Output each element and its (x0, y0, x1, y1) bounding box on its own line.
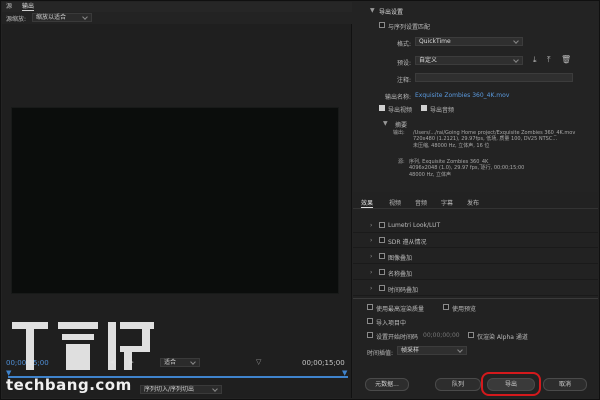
tab-video[interactable]: 视频 (389, 198, 401, 207)
effect-label: SDR 遵从情况 (388, 239, 427, 246)
preset-dropdown[interactable]: 自定义 (415, 56, 523, 65)
format-dropdown[interactable]: QuickTime (415, 37, 523, 46)
out-point-icon[interactable]: ▼ (342, 369, 347, 377)
tab-source[interactable]: 源 (6, 3, 12, 11)
list-item[interactable]: › 图像叠加 (353, 249, 598, 264)
export-button[interactable]: 导出 (487, 378, 535, 391)
effect-checkbox[interactable] (379, 237, 385, 243)
render-alpha-label: 仅渲染 Alpha 通道 (477, 334, 528, 341)
preset-value: 自定义 (419, 57, 438, 64)
source-scaling-dropdown[interactable]: 缩放以适合 (32, 13, 92, 22)
source-scaling-value: 缩放以适合 (36, 14, 67, 21)
preset-label: 预设: (397, 60, 412, 67)
format-label: 格式: (397, 41, 412, 48)
effect-label: 时间码叠加 (388, 287, 419, 294)
comment-input[interactable] (415, 73, 573, 82)
effect-label: 名称叠加 (388, 271, 413, 278)
export-audio-label: 导出音频 (430, 107, 455, 114)
summary-source-line: 4096x2048 (1.0), 29.97 fps, 逐行, 00;00;15… (409, 165, 525, 172)
fit-dropdown[interactable]: 适合 (160, 358, 200, 367)
source-scaling-bar: 源缩放: 缩放以适合 (2, 12, 352, 24)
summary-output-line: 未压缩, 48000 Hz, 立体声, 16 位 (413, 142, 490, 149)
export-video-label: 导出视频 (388, 107, 413, 114)
export-settings-title: 导出设置 (379, 9, 404, 16)
chevron-down-icon (513, 57, 519, 63)
export-video-checkbox[interactable] (379, 105, 385, 111)
expand-arrow-icon[interactable]: › (370, 253, 372, 260)
max-render-quality-checkbox[interactable] (367, 304, 373, 310)
divider (353, 298, 598, 299)
set-start-timecode-checkbox[interactable] (367, 332, 373, 338)
use-previews-checkbox[interactable] (443, 304, 449, 310)
match-sequence-label: 与序列设置匹配 (388, 24, 431, 31)
export-settings-panel: ▼ 导出设置 与序列设置匹配 格式: QuickTime 预设: 自定义 ⤓ ⤒… (353, 2, 598, 398)
summary-source-label: 源: (398, 159, 405, 165)
effect-checkbox[interactable] (379, 285, 385, 291)
metadata-button[interactable]: 元数据... (365, 378, 409, 391)
export-audio-checkbox[interactable] (421, 105, 427, 111)
tab-output[interactable]: 输出 (22, 3, 35, 11)
format-value: QuickTime (419, 38, 451, 45)
start-timecode-value[interactable]: 00;00;00;00 (423, 332, 460, 339)
cancel-button[interactable]: 取消 (543, 378, 587, 391)
import-project-checkbox[interactable] (367, 318, 373, 324)
summary-source-line: 48000 Hz, 立体声 (409, 171, 452, 178)
list-item[interactable]: › 时间码叠加 (353, 281, 598, 296)
expand-arrow-icon[interactable]: › (370, 269, 372, 276)
render-alpha-checkbox[interactable] (468, 332, 474, 338)
save-preset-icon[interactable]: ⤓ (533, 55, 537, 65)
export-settings-section: ▼ 导出设置 与序列设置匹配 格式: QuickTime 预设: 自定义 ⤓ ⤒… (353, 2, 598, 192)
effect-checkbox[interactable] (379, 222, 385, 228)
tab-effects[interactable]: 效果 (361, 198, 374, 208)
use-previews-label: 使用预览 (452, 306, 477, 313)
aspect-toggle-icon[interactable]: ▽ (256, 358, 261, 366)
max-render-quality-label: 使用最高渲染质量 (376, 306, 425, 313)
output-name-label: 输出名称: (385, 94, 412, 101)
effect-checkbox[interactable] (379, 269, 385, 275)
tab-publish[interactable]: 发布 (467, 198, 479, 207)
watermark-url: techbang.com (6, 376, 132, 394)
summary-output: /Users/.../rai/Going Home project/Exquis… (413, 130, 575, 149)
fit-dropdown-value: 适合 (164, 359, 177, 366)
tab-captions[interactable]: 字幕 (441, 198, 453, 207)
expand-arrow-icon[interactable]: › (370, 222, 372, 229)
source-scaling-label: 源缩放: (6, 16, 27, 23)
preview-tabbar: 源 输出 (2, 2, 352, 12)
chevron-down-icon (190, 359, 196, 365)
comment-label: 注释: (397, 77, 412, 84)
set-start-timecode-label: 设置开始时间码 (376, 334, 419, 341)
export-tabs: 效果 视频 音频 字幕 发布 (353, 197, 598, 209)
effect-label: Lumetri Look/LUT (388, 222, 441, 229)
time-interpolation-dropdown[interactable]: 帧采样 (397, 346, 467, 355)
summary-output-label: 输出: (393, 130, 405, 136)
collapse-arrow-icon[interactable]: ▼ (370, 7, 375, 14)
expand-arrow-icon[interactable]: › (370, 285, 372, 292)
timecode-duration: 00;00;15;00 (302, 359, 345, 367)
list-item[interactable]: › 名称叠加 (353, 265, 598, 280)
tab-audio[interactable]: 音频 (415, 198, 427, 207)
summary-source: 序列, Exquisite Zombies 360_4K 4096x2048 (… (409, 159, 524, 178)
queue-button[interactable]: 队列 (435, 378, 481, 391)
list-item[interactable]: › SDR 遵从情况 (353, 233, 598, 248)
list-item[interactable]: › Lumetri Look/LUT (353, 218, 598, 233)
effect-label: 图像叠加 (388, 255, 413, 262)
chevron-down-icon (82, 14, 88, 20)
import-preset-icon[interactable]: ⤒ (547, 55, 551, 65)
match-sequence-checkbox[interactable] (379, 22, 385, 28)
effect-checkbox[interactable] (379, 253, 385, 259)
time-interpolation-label: 时间插值: (367, 350, 394, 357)
import-project-label: 导入项目中 (376, 320, 407, 327)
time-interpolation-value: 帧采样 (401, 347, 420, 354)
video-preview (11, 107, 339, 294)
chevron-down-icon (457, 347, 463, 353)
output-name-link[interactable]: Exquisite Zombies 360_4K.mov (415, 92, 509, 99)
effects-list: › Lumetri Look/LUT › SDR 遵从情况 › 图像叠加 › 名… (353, 212, 598, 296)
chevron-down-icon (513, 38, 519, 44)
delete-preset-icon[interactable]: 🗑 (561, 55, 571, 64)
summary-output-line: 720x480 (1.2121), 29.97fps, 低场, 质量 100, … (413, 136, 558, 143)
summary-collapse-icon[interactable]: ▼ (383, 120, 388, 127)
expand-arrow-icon[interactable]: › (370, 237, 372, 244)
summary-title: 摘要 (395, 122, 408, 129)
chevron-down-icon (212, 386, 218, 392)
